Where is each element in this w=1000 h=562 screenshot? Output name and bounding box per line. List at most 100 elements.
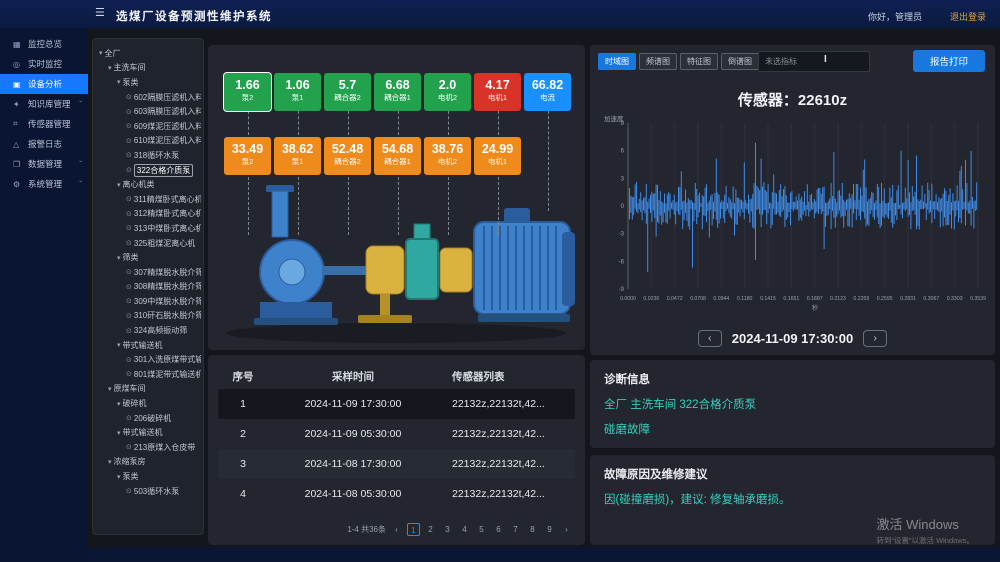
sidebar-item-dashboard[interactable]: ▦监控总览 [0,34,88,54]
sidebar-item-data[interactable]: ❒数据管理ˇ [0,154,88,174]
tree-node[interactable]: ▾带式输送机 [95,425,201,440]
sensor-badge-bottom[interactable]: 54.68耦合器1 [374,137,421,175]
dashboard-icon: ▦ [13,40,25,49]
tree-node[interactable]: ▾离心机类 [95,177,201,192]
page-number[interactable]: 4 [458,523,471,536]
pagination: 1-4 共36条‹123456789› [347,523,573,536]
table-header-cell: 传感器列表 [438,369,575,384]
sidebar-item-knowledge[interactable]: ✦知识库管理ˇ [0,94,88,114]
tree-node[interactable]: ⊙309中煤脱水脱介筛 [95,294,201,309]
tree-node[interactable]: ⊙308精煤脱水脱介筛 [95,280,201,295]
page-number[interactable]: 7 [509,523,522,536]
tree-node[interactable]: ⊙503循环水泵 [95,484,201,499]
sensor-badge-bottom[interactable]: 24.99电机1 [474,137,521,175]
page-number[interactable]: 8 [526,523,539,536]
next-date-button[interactable]: › [863,330,887,347]
table-cell: 22132z,22132t,42... [438,488,575,500]
tree-node[interactable]: ⊙313中煤卧式离心机 [95,221,201,236]
sensor-badge-top[interactable]: 66.82电流 [524,73,571,111]
next-page-icon[interactable]: › [560,523,573,536]
print-report-button[interactable]: 报告打印 [913,50,985,72]
sensor-badge-bottom[interactable]: 38.76电机2 [424,137,471,175]
tree-node-label: 筛类 [123,252,139,263]
tree-node[interactable]: ▾泵类 [95,75,201,90]
tree-node[interactable]: ⊙307精煤脱水脱介筛 [95,265,201,280]
table-row[interactable]: 32024-11-08 17:30:0022132z,22132t,42... [218,449,575,479]
tree-node[interactable]: ⊙213原煤入仓皮带 [95,440,201,455]
tree-node[interactable]: ▾主洗车间 [95,61,201,76]
tree-node[interactable]: ⊙801煤泥带式输送机 [95,367,201,382]
tree-node[interactable]: ▾筛类 [95,250,201,265]
tree-node[interactable]: ▾浓缩泵房 [95,455,201,470]
view-tab-3[interactable]: 特征图 [680,53,718,70]
sidebar-item-system[interactable]: ⚙系统管理ˇ [0,174,88,194]
sensor-badge-top[interactable]: 1.06泵1 [274,73,321,111]
badge-label: 耦合器1 [374,157,421,166]
tree-node-label: 318循环水泵 [134,150,179,161]
tree-node[interactable]: ⊙206破碎机 [95,411,201,426]
tree-node[interactable]: ▾泵类 [95,469,201,484]
page-number[interactable]: 3 [441,523,454,536]
table-row[interactable]: 42024-11-08 05:30:0022132z,22132t,42... [218,479,575,509]
tree-node[interactable]: ⊙325粗煤泥离心机 [95,236,201,251]
badge-value: 52.48 [324,141,371,157]
chevron-down-icon: ˇ [79,160,82,169]
sensor-badge-top[interactable]: 4.17电机1 [474,73,521,111]
tree-node[interactable]: ▾破碎机 [95,396,201,411]
sensor-badge-bottom[interactable]: 38.62泵1 [274,137,321,175]
sensor-node-icon: ⊙ [126,137,132,145]
page-number[interactable]: 9 [543,523,556,536]
sensor-badge-bottom[interactable]: 33.49泵2 [224,137,271,175]
sensor-badge-bottom[interactable]: 52.48耦合器2 [324,137,371,175]
tree-node-label: 原煤车间 [114,383,146,394]
menu-icon[interactable]: ☰ [95,8,105,19]
tree-node-label: 322合格介质泵 [134,164,193,177]
page-number[interactable]: 1 [407,523,420,536]
indicator-input[interactable]: 未选指标 [758,51,870,72]
prev-date-button[interactable]: ‹ [698,330,722,347]
page-number[interactable]: 2 [424,523,437,536]
tree-node[interactable]: ⊙324高频振动筛 [95,323,201,338]
view-tab-4[interactable]: 倒谱图 [721,53,759,70]
table-row[interactable]: 22024-11-09 05:30:0022132z,22132t,42... [218,419,575,449]
tree-node[interactable]: ▾原煤车间 [95,382,201,397]
sensor-id: 22610z [798,92,847,109]
logout-link[interactable]: 退出登录 [950,10,986,23]
tree-node[interactable]: ⊙312精煤卧式离心机 [95,207,201,222]
tree-node[interactable]: ⊙318循环水泵 [95,148,201,163]
tree-node-label: 609煤泥压滤机入料泵 [134,121,201,132]
sidebar-item-alarm[interactable]: △报警日志 [0,134,88,154]
tree-node[interactable]: ⊙301入洗原煤带式输送机 [95,352,201,367]
page-number[interactable]: 5 [475,523,488,536]
tree-node[interactable]: ⊙322合格介质泵 [95,163,201,178]
view-tab-1[interactable]: 时域图 [598,53,636,70]
chevron-down-icon: ˇ [79,100,82,109]
sidebar-item-monitor[interactable]: ◎实时监控 [0,54,88,74]
svg-text:0.2123: 0.2123 [830,296,846,302]
knowledge-icon: ✦ [13,100,25,109]
tree-node[interactable]: ⊙602隔膜压滤机入料泵 [95,90,201,105]
svg-text:0.0000: 0.0000 [620,296,636,302]
tree-node[interactable]: ⊙310矸石脱水脱介筛 [95,309,201,324]
view-tab-2[interactable]: 频谱图 [639,53,677,70]
alarm-icon: △ [13,140,25,149]
sidebar-item-analysis[interactable]: ▣设备分析 [0,74,88,94]
tree-node[interactable]: ⊙610煤泥压滤机入料泵 [95,134,201,149]
table-row[interactable]: 12024-11-09 17:30:0022132z,22132t,42... [218,389,575,419]
sensor-badge-top[interactable]: 2.0电机2 [424,73,471,111]
page-number[interactable]: 6 [492,523,505,536]
prev-page-icon[interactable]: ‹ [390,523,403,536]
tree-node[interactable]: ▾全厂 [95,46,201,61]
tree-node[interactable]: ▾带式输送机 [95,338,201,353]
sensor-node-icon: ⊙ [126,93,132,101]
sensor-node-icon: ⊙ [126,356,132,364]
tree-node[interactable]: ⊙609煤泥压滤机入料泵 [95,119,201,134]
sidebar-item-sensor[interactable]: ⌗传感器管理 [0,114,88,134]
svg-text:0.1180: 0.1180 [737,296,753,302]
tree-node[interactable]: ⊙311精煤卧式离心机 [95,192,201,207]
tree-node[interactable]: ⊙603隔膜压滤机入料泵 [95,104,201,119]
chevron-down-icon: ▾ [117,400,121,408]
sensor-badge-top[interactable]: 6.68耦合器1 [374,73,421,111]
sensor-badge-top[interactable]: 5.7耦合器2 [324,73,371,111]
sensor-badge-top[interactable]: 1.66泵2 [224,73,271,111]
